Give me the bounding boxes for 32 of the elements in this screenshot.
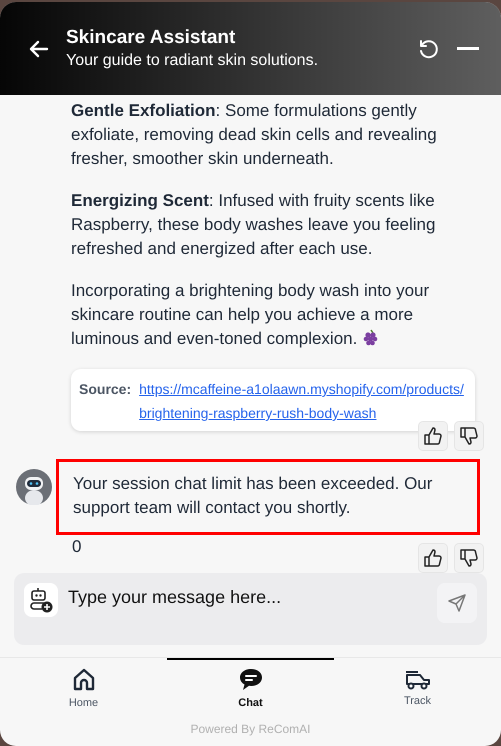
message-count: 0: [72, 537, 82, 557]
minimize-icon: [457, 47, 479, 50]
send-icon: [447, 593, 467, 613]
message-paragraph: Incorporating a brightening body wash into your skincare routine can help you achieve a more luminous and even-toned complexion.: [71, 280, 430, 350]
nav-tab[interactable]: Chat: [167, 658, 334, 716]
thumbs-up-icon: [423, 426, 443, 446]
message-text: Your session chat limit has been exceeded. Our support team will contact you shortly.: [73, 473, 434, 519]
truck-icon: [404, 669, 430, 691]
thumbs-up-button[interactable]: [418, 421, 448, 451]
powered-by-text: Powered By ReComAI: [189, 721, 312, 738]
add-bot-button[interactable]: [24, 583, 58, 617]
window-title: Skincare Assistant: [66, 27, 236, 49]
thumbs-up-icon: [423, 548, 443, 568]
message-input[interactable]: Type your message here...: [68, 583, 427, 639]
window-subtitle: Your guide to radiant skin solutions.: [66, 52, 320, 70]
source-label: Source:: [79, 380, 132, 399]
message-paragraph: Energizing Scent: Infused with fruity scents like Raspberry, these body washes leave you feeling refreshed and energized after each use.: [71, 190, 436, 260]
nav-tab[interactable]: Track: [334, 658, 501, 716]
chat-bubble-icon: [238, 667, 264, 693]
thumbs-up-button[interactable]: [418, 543, 448, 573]
nav-tab[interactable]: Home: [0, 658, 167, 716]
source-link[interactable]: https://mcaffeine-a1olaawn.myshopify.com/products/brightening-raspberry-rush-body-wash: [139, 377, 467, 425]
thumbs-down-button[interactable]: [454, 421, 484, 451]
robot-add-icon: [28, 586, 54, 614]
message-paragraph: Gentle Exfoliation: Some formulations gently exfoliate, removing dead skin cells and revealing fresher, smoother skin underneath.: [71, 100, 438, 170]
refresh-icon: [417, 38, 439, 60]
thumbs-down-icon: [459, 426, 479, 446]
send-button[interactable]: [437, 583, 477, 623]
robot-avatar-icon: [16, 469, 52, 505]
thumbs-down-button[interactable]: [454, 543, 484, 573]
message-composer[interactable]: Type your message here...: [14, 573, 487, 645]
thumbs-down-icon: [459, 548, 479, 568]
